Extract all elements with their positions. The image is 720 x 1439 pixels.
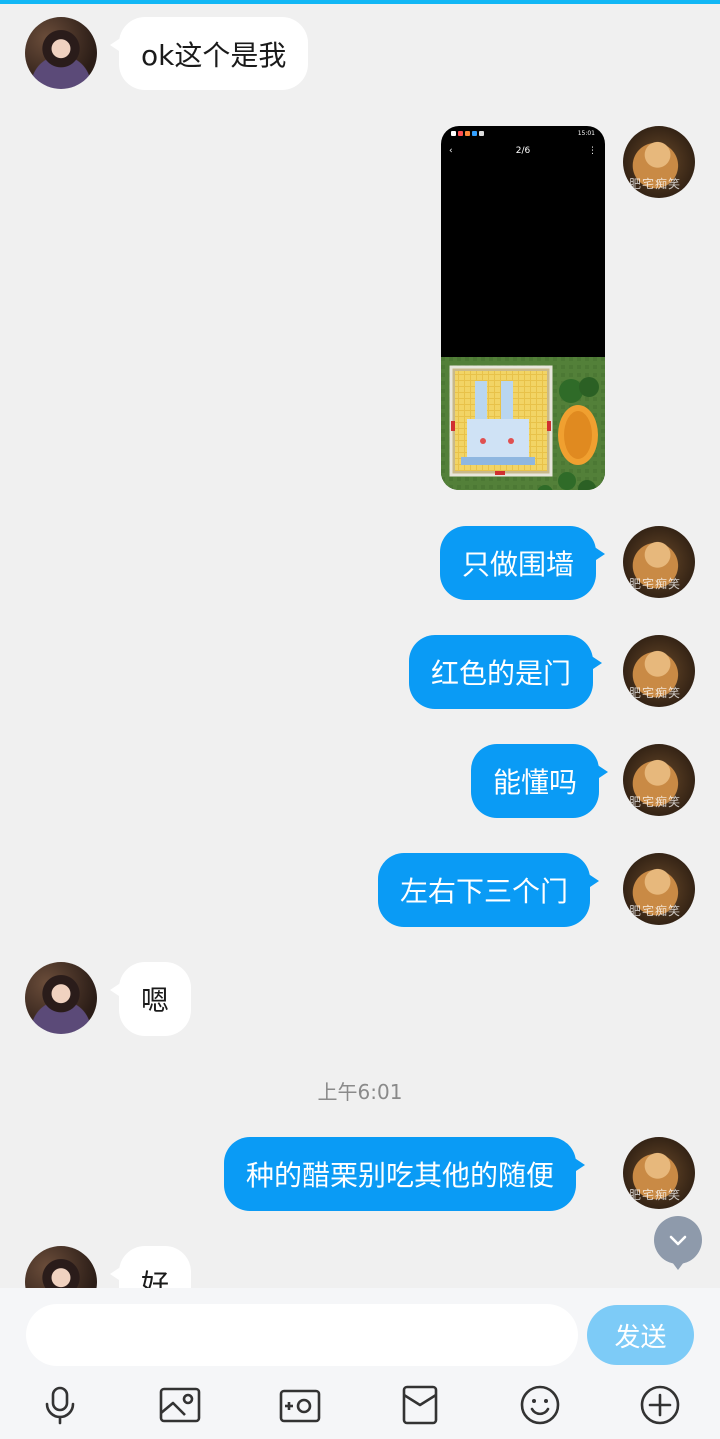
- plus-icon: [640, 1385, 680, 1425]
- contact-avatar[interactable]: [25, 962, 97, 1034]
- screenshot-status-bar: 15:01: [451, 130, 595, 140]
- avatar-watermark: 肥宅痴笑: [629, 795, 682, 809]
- message-text: 嗯: [141, 984, 170, 1017]
- message-input[interactable]: [26, 1304, 578, 1366]
- message-bubble-incoming[interactable]: ok这个是我: [109, 17, 309, 90]
- my-avatar[interactable]: 肥宅痴笑: [623, 853, 695, 925]
- message-bubble-incoming[interactable]: 嗯: [109, 962, 192, 1036]
- my-avatar[interactable]: 肥宅痴笑: [623, 526, 695, 598]
- voice-button[interactable]: [38, 1383, 82, 1427]
- message-bubble-incoming[interactable]: 好: [109, 1246, 192, 1288]
- screenshot-header: ‹ 2/6 ⋮: [447, 146, 599, 160]
- chat-message-list[interactable]: ok这个是我 肥宅痴笑 15:01 ‹ 2/6 ⋮ 肥宅痴笑 只做围墙 肥宅痴笑…: [0, 0, 720, 1288]
- contact-avatar[interactable]: [25, 17, 97, 89]
- my-avatar[interactable]: 肥宅痴笑: [623, 126, 695, 198]
- avatar-watermark: 肥宅痴笑: [629, 904, 682, 918]
- message-text: 红色的是门: [431, 657, 572, 690]
- screenshot-time: 15:01: [577, 130, 595, 137]
- message-text: 种的醋栗别吃其他的随便: [246, 1159, 555, 1192]
- chevron-down-icon: [669, 1235, 687, 1246]
- message-bubble-outgoing[interactable]: 只做围墙: [440, 526, 606, 600]
- message-text: ok这个是我: [141, 38, 287, 72]
- my-avatar[interactable]: 肥宅痴笑: [623, 744, 695, 816]
- image-icon: [159, 1387, 201, 1423]
- message-timestamp: 上午6:01: [317, 1080, 403, 1104]
- avatar-watermark: 肥宅痴笑: [629, 1188, 682, 1202]
- message-text: 左右下三个门: [400, 875, 569, 908]
- message-bubble-outgoing[interactable]: 种的醋栗别吃其他的随便: [224, 1137, 586, 1211]
- message-text: 能懂吗: [493, 766, 578, 799]
- photo-button[interactable]: [158, 1383, 202, 1427]
- my-avatar[interactable]: 肥宅痴笑: [623, 1137, 695, 1209]
- message-text: 只做围墙: [462, 548, 575, 581]
- game-scene-image: [441, 357, 605, 490]
- more-vertical-icon: ⋮: [588, 146, 597, 156]
- message-bubble-outgoing[interactable]: 左右下三个门: [378, 853, 600, 927]
- message-text: 好: [141, 1268, 170, 1288]
- microphone-icon: [45, 1386, 75, 1425]
- image-message[interactable]: 15:01 ‹ 2/6 ⋮: [441, 126, 605, 490]
- emoji-icon: [520, 1385, 560, 1425]
- message-bubble-outgoing[interactable]: 能懂吗: [471, 744, 609, 818]
- emoji-button[interactable]: [518, 1383, 562, 1427]
- avatar-watermark: 肥宅痴笑: [629, 577, 682, 591]
- message-bubble-outgoing[interactable]: 红色的是门: [409, 635, 603, 709]
- avatar-watermark: 肥宅痴笑: [629, 177, 682, 191]
- more-actions-button[interactable]: [638, 1383, 682, 1427]
- screenshot-pager: 2/6: [515, 146, 531, 156]
- composer-bar: 发送: [0, 1288, 720, 1439]
- red-envelope-button[interactable]: [398, 1383, 442, 1427]
- camera-icon: [279, 1389, 321, 1423]
- send-button[interactable]: 发送: [587, 1305, 694, 1365]
- scroll-to-bottom-button[interactable]: [654, 1216, 702, 1270]
- contact-avatar[interactable]: [25, 1246, 97, 1288]
- avatar-watermark: 肥宅痴笑: [629, 686, 682, 700]
- red-envelope-icon: [402, 1385, 438, 1425]
- my-avatar[interactable]: 肥宅痴笑: [623, 635, 695, 707]
- camera-button[interactable]: [278, 1383, 322, 1427]
